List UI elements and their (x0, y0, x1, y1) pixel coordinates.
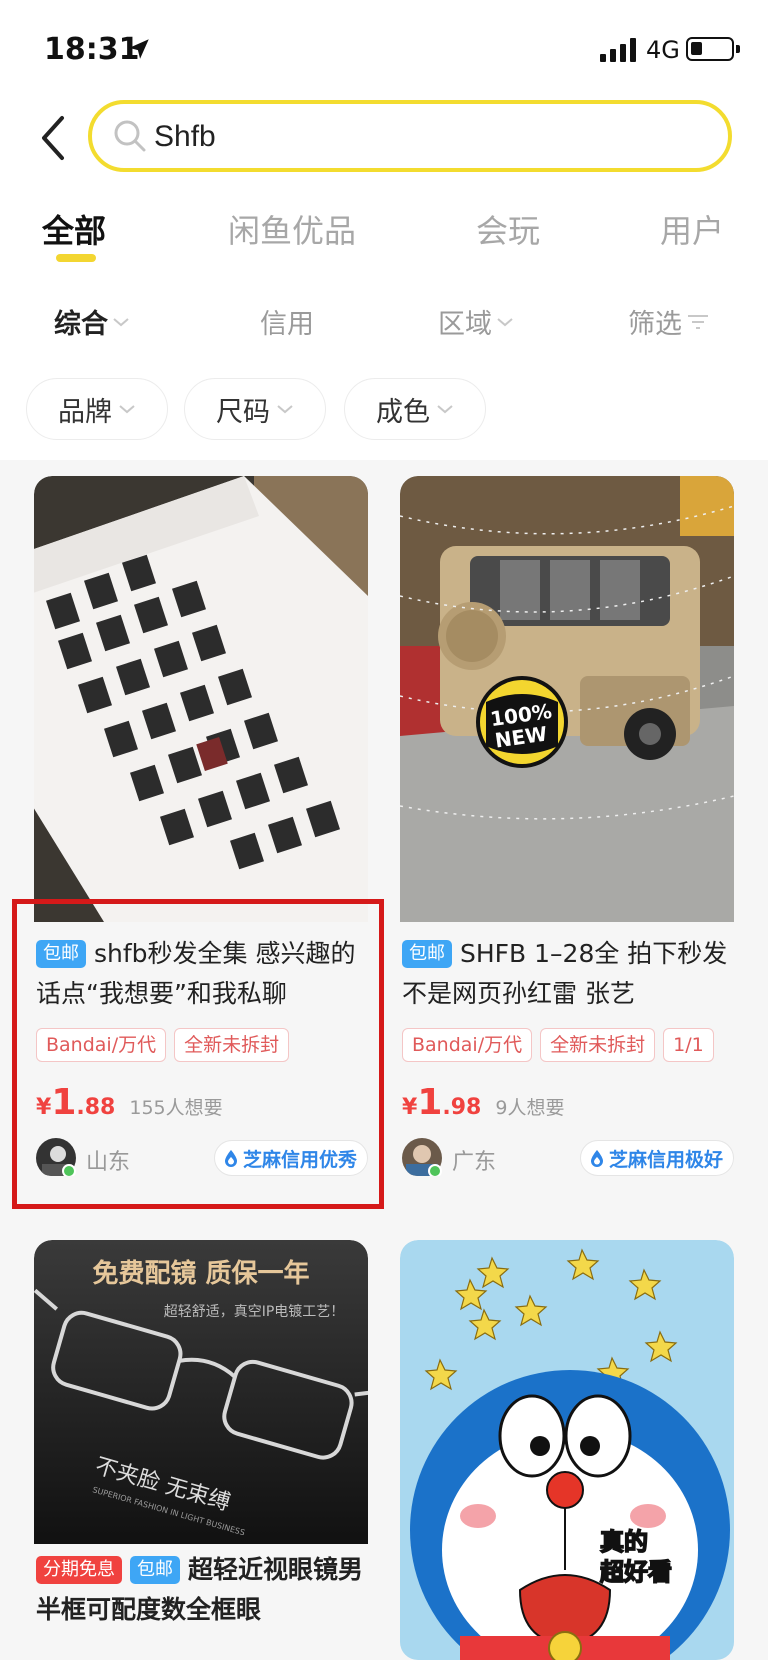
installment-badge: 分期免息 (36, 1556, 122, 1584)
filter-region[interactable]: 区域 (438, 302, 514, 341)
image-headline: 免费配镜 质保一年 (92, 1258, 309, 1289)
chevron-down-icon (437, 405, 453, 414)
tab-play[interactable]: 会玩 (476, 206, 540, 252)
chevron-down-icon (113, 317, 129, 326)
listing-tags: Bandai/万代 全新未拆封 1/1 (402, 1028, 714, 1062)
sort-filter-bar: 综合 信用 区域 筛选 (0, 302, 768, 342)
status-bar: 18:31 4G (0, 28, 768, 72)
chip-label: 尺码 (216, 396, 270, 428)
filter-screen[interactable]: 筛选 (628, 302, 710, 341)
filter-label: 筛选 (628, 309, 682, 340)
search-icon (114, 120, 146, 152)
free-shipping-badge: 包邮 (402, 940, 452, 968)
price-integer: 1 (51, 1082, 77, 1123)
tag: Bandai/万代 (402, 1028, 533, 1062)
chip-label: 品牌 (58, 396, 112, 428)
tag: 1/1 (663, 1028, 714, 1062)
credit-label: 芝麻信用优秀 (242, 1148, 357, 1171)
credit-badge: 芝麻信用极好 (579, 1140, 734, 1176)
sesame-credit-icon (224, 1150, 237, 1167)
chip-brand[interactable]: 品牌 (26, 378, 168, 440)
chevron-down-icon (119, 405, 135, 414)
filter-icon (688, 314, 708, 329)
price-decimal: .88 (76, 1095, 116, 1120)
filter-label: 区域 (438, 309, 492, 340)
free-shipping-badge: 包邮 (36, 940, 86, 968)
cellular-signal-icon (600, 38, 636, 62)
filter-credit[interactable]: 信用 (260, 302, 314, 341)
price: ¥1.98 (402, 1082, 481, 1123)
tab-all[interactable]: 全部 (42, 206, 106, 252)
tab-xianyu-select[interactable]: 闲鱼优品 (228, 206, 356, 252)
price-currency: ¥ (402, 1095, 418, 1120)
listing-image (34, 476, 368, 922)
tag: Bandai/万代 (36, 1028, 167, 1062)
seller-row: 山东 芝麻信用优秀 (34, 1136, 368, 1176)
network-type: 4G (646, 36, 680, 64)
price-integer: 1 (417, 1082, 443, 1123)
chip-condition[interactable]: 成色 (344, 378, 486, 440)
wants-count: 155人想要 (129, 1097, 223, 1119)
wants-count: 9人想要 (495, 1097, 565, 1119)
price-row: ¥1.98 9人想要 (402, 1082, 564, 1123)
category-tabs: 全部 闲鱼优品 会玩 用户 (0, 206, 768, 266)
listing-card[interactable]: 包邮 shfb秒发全集 感兴趣的话点“我想要”和我私聊 Bandai/万代 全新未… (34, 476, 368, 1176)
battery-icon (686, 37, 740, 61)
online-dot (62, 1164, 76, 1176)
battery-level (691, 42, 702, 55)
seller-region: 山东 (86, 1150, 131, 1175)
sticker-text-line1: 真的 (600, 1528, 648, 1556)
listing-card[interactable]: 100% NEW 包邮 SHFB 1–28全 拍下秒发 不是网页孙红雷 张艺 Ba… (400, 476, 734, 1176)
price: ¥1.88 (36, 1082, 115, 1123)
credit-label: 芝麻信用极好 (608, 1148, 723, 1171)
filter-label: 综合 (54, 309, 108, 340)
credit-badge: 芝麻信用优秀 (213, 1140, 368, 1176)
filter-label: 信用 (260, 309, 314, 340)
search-input[interactable] (154, 114, 694, 160)
listing-image: 免费配镜 质保一年 超轻舒适，真空IP电镀工艺！ 不夹脸 无束缚 SUPERIO… (34, 1240, 368, 1544)
free-shipping-badge: 包邮 (130, 1556, 180, 1584)
sticker-text-line2: 超好看 (600, 1558, 672, 1586)
price-row: ¥1.88 155人想要 (36, 1082, 223, 1123)
listing-title: 包邮 shfb秒发全集 感兴趣的话点“我想要”和我私聊 (34, 934, 368, 1014)
listing-image: 100% NEW (400, 476, 734, 922)
listing-card[interactable]: 真的 超好看 (400, 1240, 734, 1660)
tag: 全新未拆封 (540, 1028, 656, 1062)
filter-comprehensive[interactable]: 综合 (54, 302, 130, 341)
location-arrow-icon (129, 39, 149, 59)
chevron-down-icon (497, 317, 513, 326)
listing-title: 分期免息 包邮 超轻近视眼镜男半框可配度数全框眼 (34, 1550, 368, 1630)
back-icon[interactable] (34, 112, 74, 164)
chevron-down-icon (277, 405, 293, 414)
chip-label: 成色 (376, 396, 430, 428)
listing-image: 真的 超好看 (400, 1240, 734, 1660)
search-bar[interactable] (88, 100, 732, 172)
online-dot (428, 1164, 442, 1176)
chip-size[interactable]: 尺码 (184, 378, 326, 440)
price-decimal: .98 (442, 1095, 482, 1120)
active-tab-indicator (56, 254, 96, 262)
price-currency: ¥ (36, 1095, 52, 1120)
tag: 全新未拆封 (174, 1028, 290, 1062)
sesame-credit-icon (590, 1150, 603, 1167)
listing-tags: Bandai/万代 全新未拆封 (36, 1028, 290, 1062)
image-subheadline: 超轻舒适，真空IP电镀工艺！ (164, 1303, 345, 1320)
listing-title: 包邮 SHFB 1–28全 拍下秒发 不是网页孙红雷 张艺 (400, 934, 734, 1014)
tab-users[interactable]: 用户 (660, 206, 724, 252)
seller-row: 广东 芝麻信用极好 (400, 1136, 734, 1176)
seller-region: 广东 (452, 1150, 497, 1175)
listing-card[interactable]: 免费配镜 质保一年 超轻舒适，真空IP电镀工艺！ 不夹脸 无束缚 SUPERIO… (34, 1240, 368, 1660)
